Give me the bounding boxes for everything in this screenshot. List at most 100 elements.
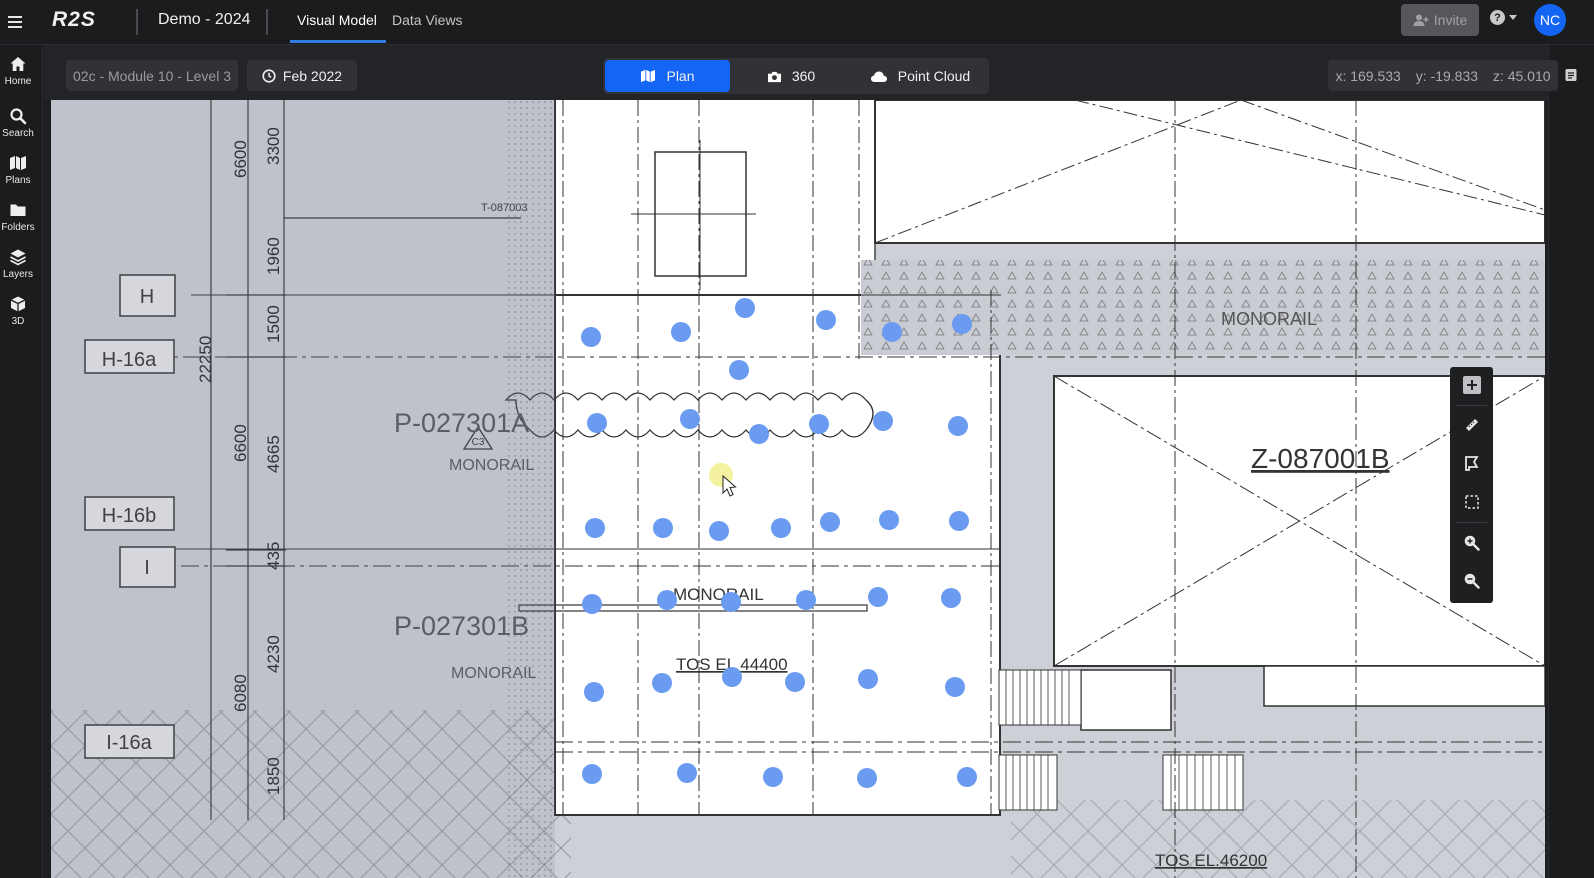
view-mode-label: Point Cloud [897, 68, 971, 84]
capture-point[interactable] [868, 587, 888, 607]
top-bar: R2S Demo - 2024 Visual Model Data Views … [0, 0, 1594, 45]
location-selector[interactable]: 02c - Module 10 - Level 3 [66, 60, 238, 91]
capture-point[interactable] [653, 518, 673, 538]
tab-data-views[interactable]: Data Views [392, 12, 463, 28]
coord-x: x: 169.533 [1335, 67, 1401, 84]
coordinate-readout: x: 169.533 y: -19.833 z: 45.010 [1328, 60, 1558, 91]
sidebar-item-folders[interactable]: Folders [0, 201, 36, 233]
search-icon [10, 108, 27, 125]
capture-point[interactable] [722, 667, 742, 687]
capture-point[interactable] [652, 673, 672, 693]
capture-point[interactable] [582, 764, 602, 784]
tab-visual-model[interactable]: Visual Model [297, 12, 377, 28]
sidebar-item-search[interactable]: Search [0, 107, 36, 139]
toolbar-divider [1456, 522, 1487, 523]
capture-point[interactable] [796, 590, 816, 610]
capture-point[interactable] [735, 298, 755, 318]
sidebar-item-label: Home [4, 76, 32, 87]
capture-point[interactable] [581, 327, 601, 347]
active-tab-indicator [290, 40, 386, 43]
view-mode-360[interactable]: 360 [733, 60, 849, 92]
zoom-out-button[interactable] [1450, 562, 1493, 598]
select-area-button[interactable] [1450, 484, 1493, 520]
capture-point[interactable] [858, 669, 878, 689]
sidebar-item-home[interactable]: Home [0, 55, 36, 87]
right-rail [1548, 45, 1594, 878]
capture-point[interactable] [771, 518, 791, 538]
measure-button[interactable] [1450, 407, 1493, 443]
measure-icon [1465, 419, 1478, 431]
menu-icon[interactable] [8, 12, 22, 32]
cube-icon [10, 296, 26, 312]
capture-point[interactable] [945, 677, 965, 697]
folder-icon [10, 204, 26, 216]
help-menu[interactable]: ? [1490, 10, 1517, 25]
capture-point[interactable] [882, 322, 902, 342]
view-mode-switcher: Plan 360 Point Cloud [603, 58, 989, 94]
plan-drawing[interactable]: 6600 3300 1960 1500 22250 6600 4665 435 … [51, 100, 1545, 878]
capture-point[interactable] [952, 314, 972, 334]
annotate-button[interactable] [1450, 445, 1493, 481]
invite-button[interactable]: Invite [1401, 4, 1479, 36]
add-button[interactable] [1450, 367, 1493, 403]
capture-point[interactable] [585, 518, 605, 538]
notes-icon[interactable] [1564, 68, 1578, 82]
divider [136, 9, 138, 35]
view-mode-point-cloud[interactable]: Point Cloud [853, 60, 987, 92]
capture-point[interactable] [657, 590, 677, 610]
capture-point[interactable] [785, 672, 805, 692]
capture-point[interactable] [857, 768, 877, 788]
capture-point[interactable] [709, 521, 729, 541]
project-title[interactable]: Demo - 2024 [158, 11, 251, 29]
sidebar-item-label: 3D [11, 316, 25, 327]
left-nav: Home Search Plans Folders Layers 3D [0, 45, 43, 878]
avatar[interactable]: NC [1534, 4, 1566, 36]
add-user-icon [1413, 14, 1429, 26]
sidebar-item-plans[interactable]: Plans [0, 154, 36, 186]
view-mode-label: 360 [791, 68, 816, 84]
floor-slab [555, 295, 1000, 815]
label-z087001b: Z-087001B [1251, 443, 1390, 474]
zoom-in-button[interactable] [1450, 524, 1493, 560]
coord-z: z: 45.010 [1492, 67, 1551, 84]
chevron-down-icon [1509, 15, 1517, 20]
hatched-band [861, 260, 1545, 355]
sidebar-item-layers[interactable]: Layers [0, 248, 36, 280]
capture-point[interactable] [677, 763, 697, 783]
equipment-top [874, 100, 1545, 244]
date-label: Feb 2022 [282, 67, 343, 84]
select-area-icon [1464, 495, 1479, 509]
capture-point[interactable] [879, 510, 899, 530]
capture-point[interactable] [820, 512, 840, 532]
capture-point[interactable] [582, 594, 602, 614]
capture-point[interactable] [680, 409, 700, 429]
capture-point[interactable] [948, 416, 968, 436]
label-monorail: MONORAIL [1221, 309, 1317, 329]
truss-area [1011, 800, 1545, 878]
label-monorail: MONORAIL [673, 585, 764, 604]
sidebar-item-label: Folders [1, 222, 35, 233]
coord-y: y: -19.833 [1415, 67, 1479, 84]
sidebar-item-label: Search [2, 128, 34, 139]
capture-point[interactable] [816, 310, 836, 330]
view-mode-plan[interactable]: Plan [605, 60, 730, 92]
help-icon: ? [1490, 10, 1505, 25]
capture-point[interactable] [584, 682, 604, 702]
capture-point[interactable] [749, 424, 769, 444]
capture-point[interactable] [873, 411, 893, 431]
sidebar-item-3d[interactable]: 3D [0, 295, 36, 327]
capture-point[interactable] [729, 360, 749, 380]
capture-point[interactable] [671, 322, 691, 342]
app-logo[interactable]: R2S [52, 8, 96, 32]
capture-point[interactable] [809, 414, 829, 434]
capture-point[interactable] [957, 767, 977, 787]
capture-point[interactable] [941, 588, 961, 608]
capture-point[interactable] [721, 592, 741, 612]
plan-viewer[interactable]: 6600 3300 1960 1500 22250 6600 4665 435 … [51, 100, 1545, 878]
dim-overlay [51, 100, 555, 878]
capture-point[interactable] [587, 413, 607, 433]
capture-point[interactable] [763, 767, 783, 787]
capture-point[interactable] [949, 511, 969, 531]
divider [266, 9, 268, 35]
date-selector[interactable]: Feb 2022 [247, 60, 357, 91]
